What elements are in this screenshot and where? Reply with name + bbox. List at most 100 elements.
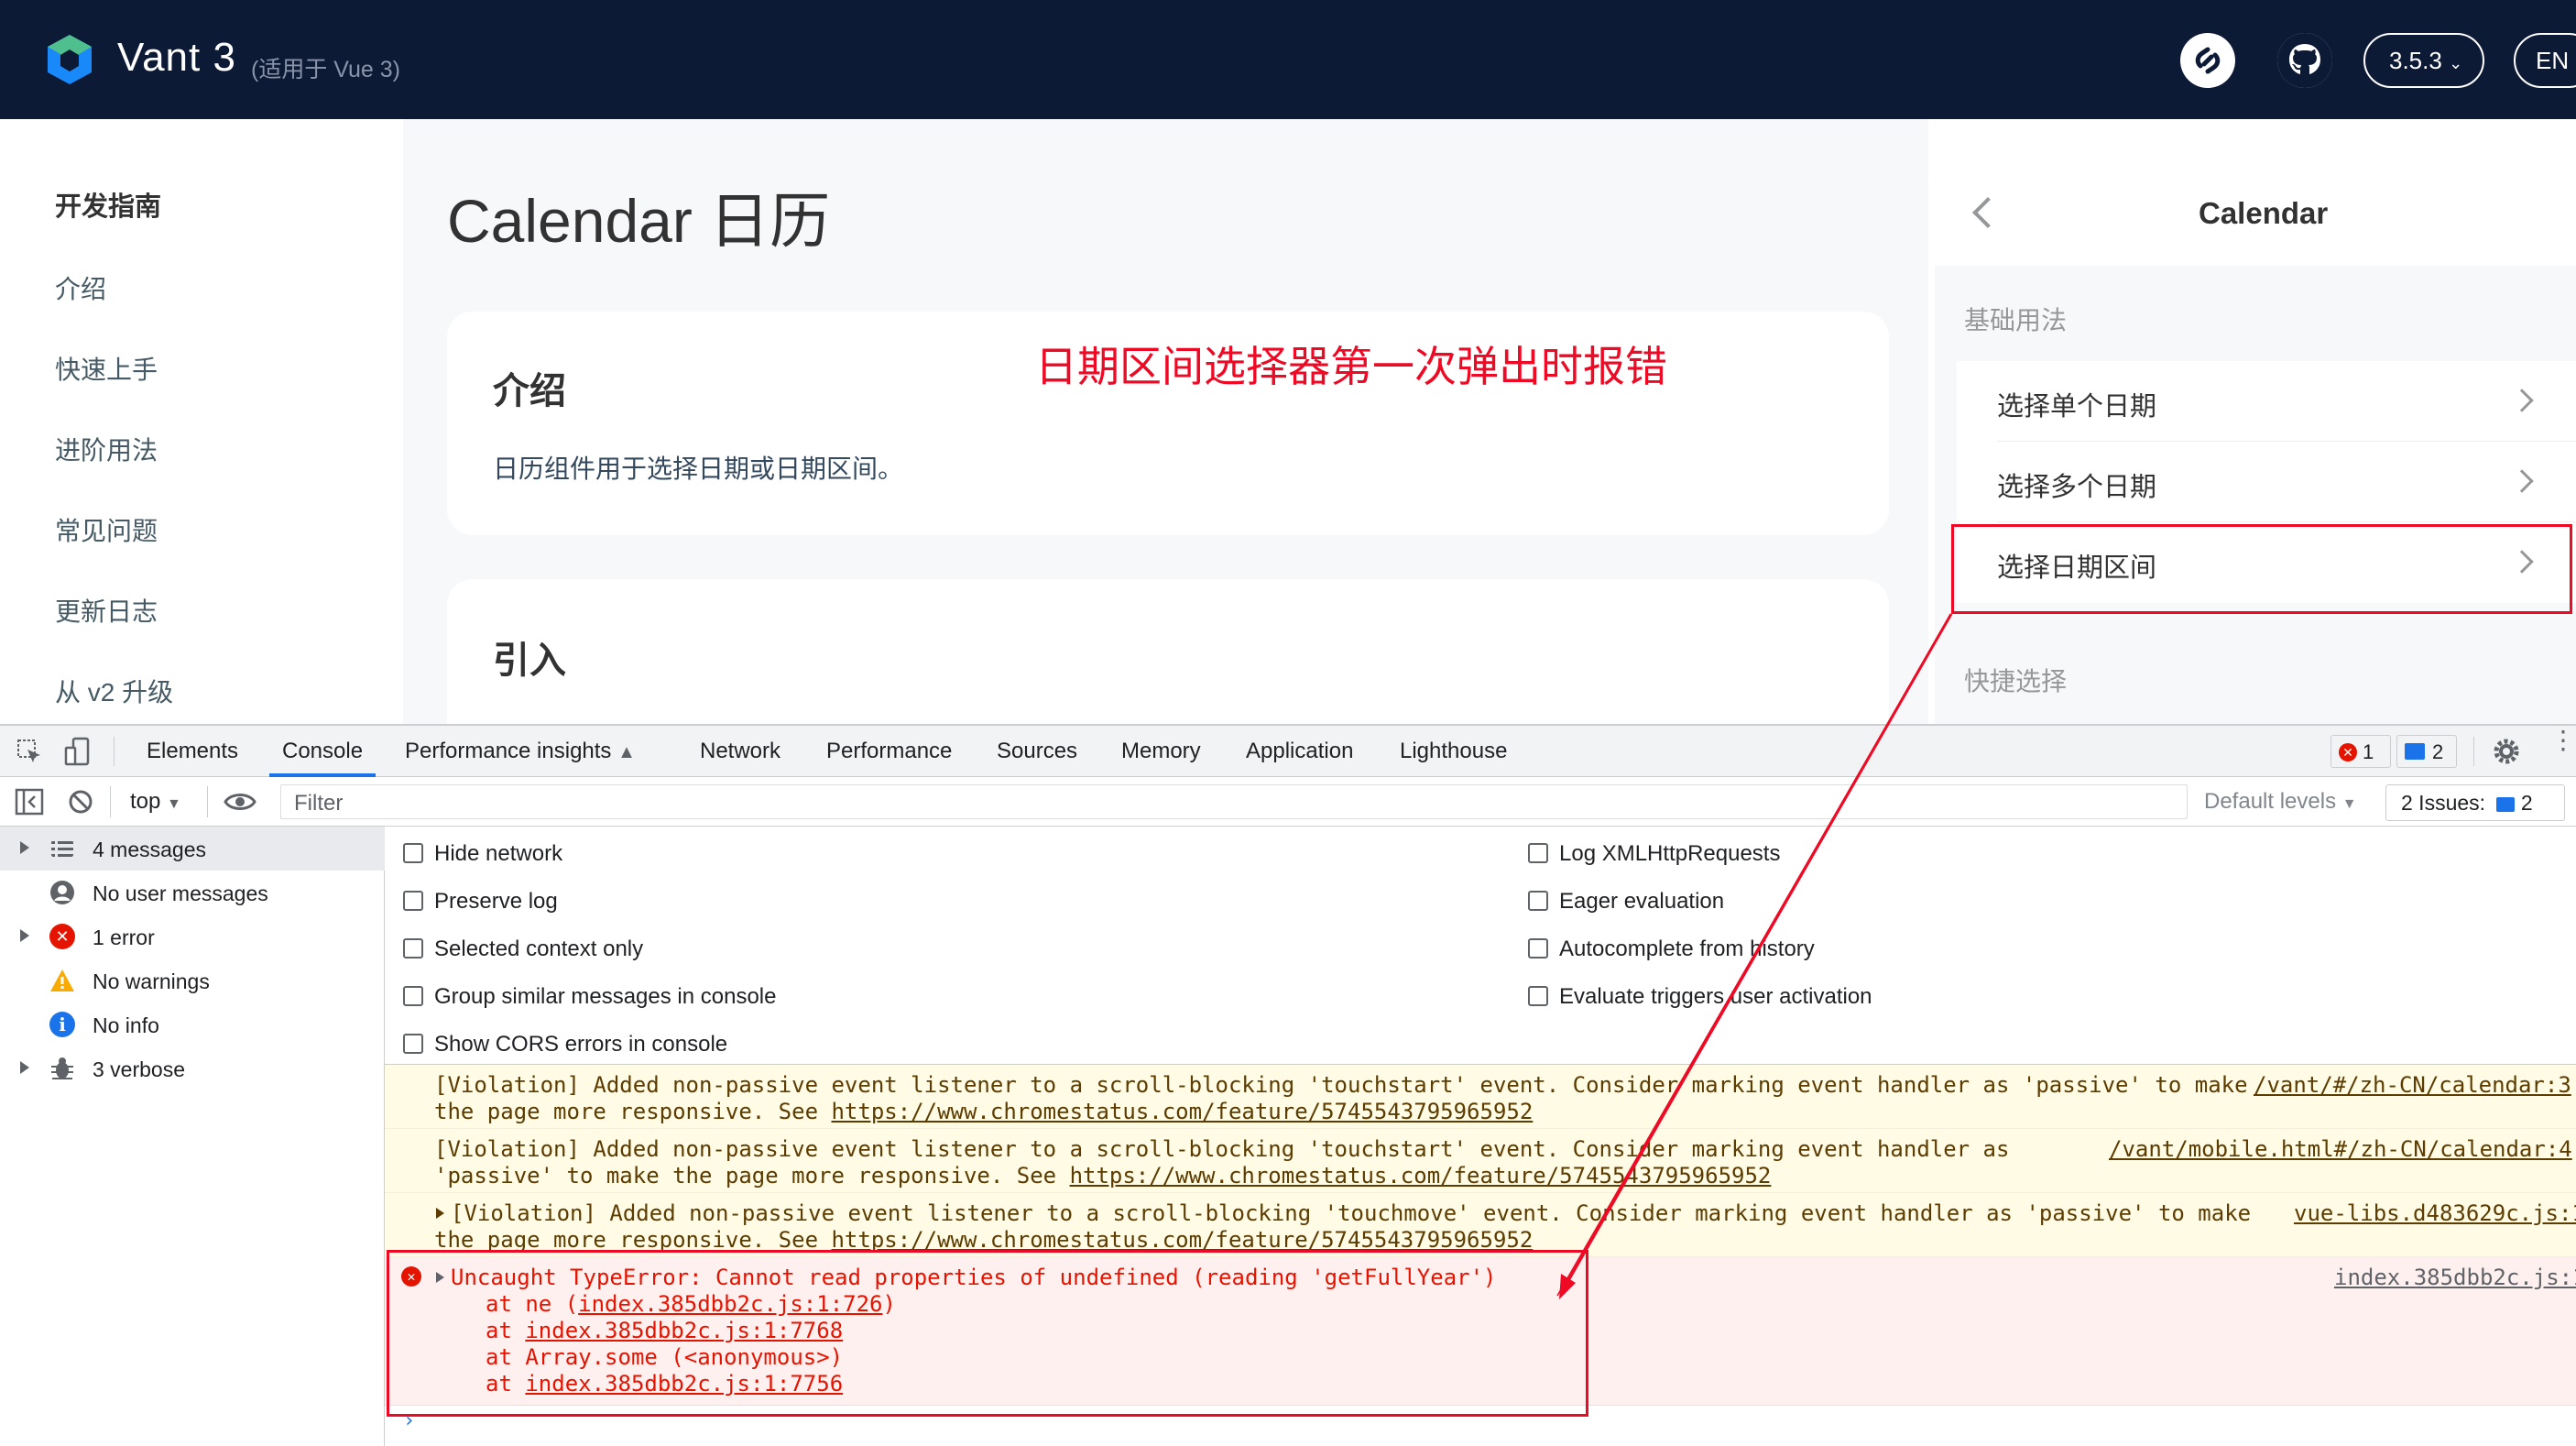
sidebar-item-changelog[interactable]: 更新日志 — [55, 592, 158, 629]
sidebar-toggle-icon[interactable] — [15, 788, 44, 816]
error-icon: ✕ — [2339, 743, 2357, 761]
github-icon — [2277, 33, 2332, 88]
error-source-link[interactable]: index.385dbb2c.js:1 — [2334, 1265, 2576, 1291]
error-icon: ✕ — [49, 924, 75, 949]
log-xhr-checkbox[interactable] — [1528, 843, 1548, 863]
console-toolbar: top ▼ Filter Default levels ▼ 2 Issues: … — [0, 777, 2576, 827]
group-similar-checkbox[interactable] — [403, 986, 423, 1006]
sidebar-item-errors[interactable]: ✕ 1 error — [0, 915, 385, 959]
expand-arrow-icon[interactable] — [20, 929, 29, 942]
cell-label: 选择单个日期 — [1997, 392, 2157, 422]
tab-console[interactable]: Console — [269, 726, 377, 777]
flask-icon: ▲ — [617, 742, 636, 762]
divider — [207, 786, 208, 817]
tab-label: Performance insights — [405, 739, 612, 763]
device-toolbar-icon[interactable] — [64, 737, 92, 766]
tab-memory[interactable]: Memory — [1121, 726, 1201, 777]
sidebar-item-label: No warnings — [93, 969, 210, 993]
chromestatus-link[interactable]: https://www.chromestatus.com/feature/574… — [831, 1099, 1533, 1124]
sidebar-item-user-messages[interactable]: No user messages — [0, 871, 385, 915]
sidebar-item-migration[interactable]: 从 v2 升级 — [55, 673, 173, 709]
group-quick-select: 快捷选择 — [1964, 667, 2068, 696]
intro-heading: 介绍 — [493, 371, 566, 411]
chromestatus-link[interactable]: https://www.chromestatus.com/feature/574… — [831, 1227, 1533, 1253]
sidebar-item-label: 1 error — [93, 926, 155, 949]
gear-icon[interactable] — [2492, 737, 2521, 766]
expand-arrow-icon[interactable] — [436, 1208, 444, 1219]
selected-context-checkbox[interactable] — [403, 938, 423, 959]
issues-button[interactable]: 2 Issues: 2 — [2385, 784, 2565, 821]
filter-input[interactable]: Filter — [280, 784, 2188, 819]
checkbox-label: Evaluate triggers user activation — [1559, 984, 1872, 1009]
divider — [110, 786, 111, 817]
tab-application[interactable]: Application — [1246, 726, 1353, 777]
clear-console-icon[interactable] — [68, 789, 93, 815]
eye-icon[interactable] — [224, 790, 257, 814]
autocomplete-checkbox[interactable] — [1528, 938, 1548, 959]
evaluate-triggers-checkbox[interactable] — [1528, 986, 1548, 1006]
expand-arrow-icon[interactable] — [20, 841, 29, 854]
brand-title[interactable]: Vant 3 — [117, 35, 236, 81]
error-counter[interactable]: ✕ 1 — [2330, 735, 2391, 768]
link-icon-button[interactable] — [2180, 33, 2235, 88]
expand-arrow-icon[interactable] — [20, 1061, 29, 1074]
back-arrow-icon[interactable] — [1972, 197, 2003, 228]
sidebar-item-info[interactable]: i No info — [0, 1002, 385, 1046]
highlight-box-error — [387, 1250, 1588, 1417]
tab-performance-insights[interactable]: Performance insights ▲ — [405, 726, 636, 777]
eager-evaluation-checkbox[interactable] — [1528, 891, 1548, 911]
language-switch[interactable]: EN — [2514, 33, 2576, 88]
list-icon — [51, 841, 73, 857]
chevron-right-icon — [2510, 469, 2534, 493]
message-counter[interactable]: 2 — [2396, 735, 2457, 768]
context-label: top — [130, 789, 161, 814]
checkbox-label: Preserve log — [434, 889, 558, 914]
source-link[interactable]: /vant/#/zh-CN/calendar:3 — [2254, 1072, 2571, 1099]
sidebar-item-warnings[interactable]: No warnings — [0, 959, 385, 1002]
more-options-icon[interactable]: ⋮ — [2550, 728, 2576, 753]
user-icon — [50, 881, 74, 904]
tab-sources[interactable]: Sources — [997, 726, 1077, 777]
tab-lighthouse[interactable]: Lighthouse — [1400, 726, 1507, 777]
preserve-log-checkbox[interactable] — [403, 891, 423, 911]
cell-label: 选择多个日期 — [1997, 473, 2157, 502]
highlight-box-date-range — [1951, 524, 2572, 614]
tab-network[interactable]: Network — [700, 726, 780, 777]
warning-text: the page more responsive. See — [434, 1227, 832, 1253]
version-selector[interactable]: 3.5.3 ⌄ — [2363, 33, 2484, 88]
sidebar-item-quickstart[interactable]: 快速上手 — [55, 350, 158, 387]
context-selector[interactable]: top ▼ — [130, 789, 181, 815]
info-icon: i — [49, 1012, 75, 1037]
vant-logo-icon[interactable] — [44, 33, 95, 86]
log-levels-dropdown[interactable]: Default levels ▼ — [2204, 789, 2357, 815]
github-button[interactable] — [2277, 33, 2332, 88]
checkbox-label: Hide network — [434, 841, 563, 866]
sidebar-item-intro[interactable]: 介绍 — [55, 269, 106, 306]
sidebar-item-label: No info — [93, 1013, 159, 1037]
cell-multiple-dates[interactable]: 选择多个日期 — [1957, 442, 2576, 522]
annotation-text: 日期区间选择器第一次弹出时报错 — [1035, 343, 1667, 390]
link-icon — [2195, 47, 2221, 74]
chromestatus-link[interactable]: https://www.chromestatus.com/feature/574… — [1070, 1163, 1772, 1189]
warning-line: [Violation] Added non-passive event list… — [451, 1200, 2252, 1226]
sidebar-item-label: 3 verbose — [93, 1057, 186, 1081]
checkbox-label: Autocomplete from history — [1559, 937, 1815, 961]
sidebar-item-verbose[interactable]: 3 verbose — [0, 1046, 385, 1090]
version-label: 3.5.3 — [2389, 47, 2442, 74]
tab-performance[interactable]: Performance — [826, 726, 952, 777]
source-link[interactable]: /vant/mobile.html#/zh-CN/calendar:4 — [2109, 1136, 2572, 1163]
cors-errors-checkbox[interactable] — [403, 1034, 423, 1054]
hide-network-checkbox[interactable] — [403, 843, 423, 863]
source-link[interactable]: vue-libs.d483629c.js:1 — [2294, 1200, 2576, 1227]
sidebar-item-all-messages[interactable]: 4 messages — [0, 827, 385, 871]
sidebar-item-advanced[interactable]: 进阶用法 — [55, 431, 158, 467]
tab-elements[interactable]: Elements — [147, 726, 238, 777]
log-levels-label: Default levels — [2204, 789, 2337, 814]
cell-single-date[interactable]: 选择单个日期 — [1957, 361, 2576, 442]
chevron-right-icon — [2510, 389, 2534, 412]
mobile-preview: Calendar 基础用法 选择单个日期 选择多个日期 选择日期区间 快捷选择 — [1935, 163, 2576, 724]
inspect-element-icon[interactable] — [16, 739, 42, 764]
issues-label: 2 Issues: — [2401, 791, 2486, 815]
sidebar-item-faq[interactable]: 常见问题 — [55, 511, 158, 548]
group-basic-usage: 基础用法 — [1964, 306, 2068, 334]
